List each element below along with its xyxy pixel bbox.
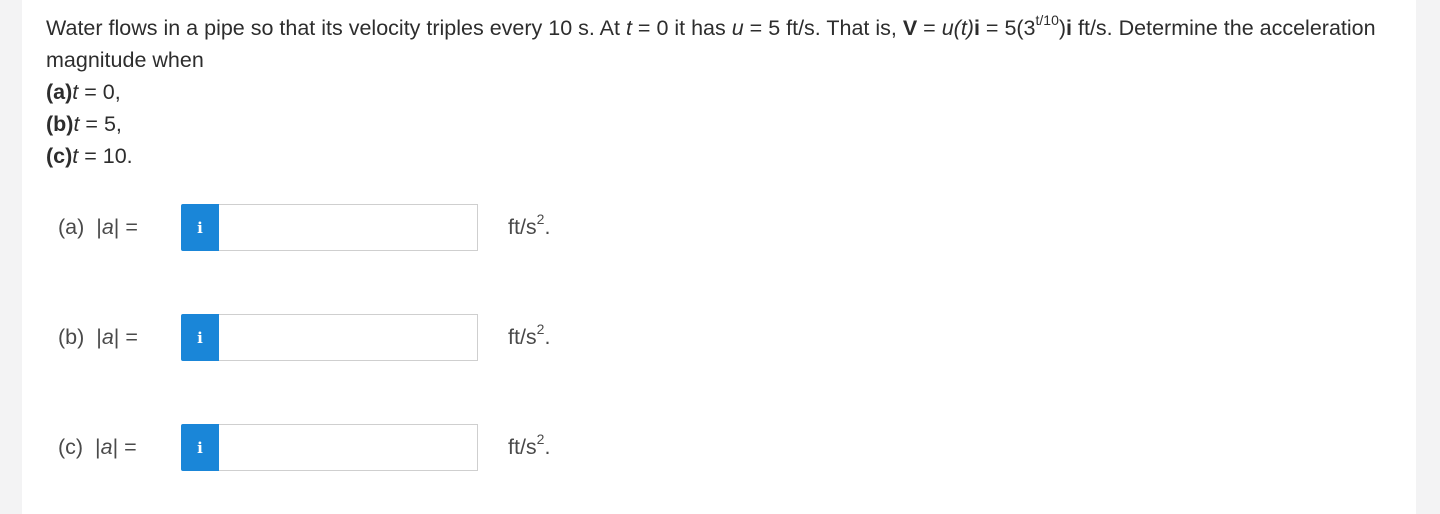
answer-row-a: (a) |a| = i ft/s2. <box>22 203 722 253</box>
answer-c-prefix: | <box>83 435 101 459</box>
answer-b-unit-exp: 2 <box>536 320 545 337</box>
part-a-label: (a) <box>46 80 73 104</box>
info-icon-a[interactable]: i <box>181 204 219 251</box>
v-symbol: V <box>902 16 918 40</box>
part-c-expr: = 10. <box>78 144 133 168</box>
answer-row-c: (c) |a| = i ft/s2. <box>22 423 722 473</box>
info-icon-c[interactable]: i <box>181 424 219 471</box>
answer-b-var: a <box>101 325 114 349</box>
part-list: (a)t = 0, (b)t = 5, (c)t = 10. <box>46 76 1386 172</box>
part-a: (a)t = 0, <box>46 76 1386 108</box>
answer-c-var: a <box>100 435 113 459</box>
answer-c-part: (c) <box>58 435 84 459</box>
answer-b-unit-end: . <box>544 325 551 349</box>
problem-cond1: = 0 it has <box>631 16 732 40</box>
exponent: t/10 <box>1035 11 1059 28</box>
u-of-t: u(t) <box>941 16 974 40</box>
answer-a-part: (a) <box>58 215 85 239</box>
answer-a-suffix: | = <box>113 215 138 239</box>
question-panel: Water flows in a pipe so that its veloci… <box>22 0 1416 514</box>
part-b-expr: = 5, <box>79 112 122 136</box>
answer-b-label: (b) |a| = <box>58 325 138 350</box>
part-b-label: (b) <box>46 112 74 136</box>
answer-a-prefix: | <box>84 215 102 239</box>
answer-c-unit-exp: 2 <box>536 430 545 447</box>
answer-a-input[interactable] <box>219 204 478 251</box>
part-c: (c)t = 10. <box>46 140 1386 172</box>
answer-a-label: (a) |a| = <box>58 215 138 240</box>
answer-a-unit-end: . <box>544 215 551 239</box>
answer-b-unit: ft/s2. <box>508 322 551 350</box>
answer-b-part: (b) <box>58 325 85 349</box>
problem-intro: Water flows in a pipe so that its veloci… <box>46 16 626 40</box>
problem-eq2: = 5(3 <box>979 16 1036 40</box>
problem-cond2: = 5 ft/s. That is, <box>743 16 903 40</box>
answer-c-unit-base: ft/s <box>508 435 537 459</box>
part-a-expr: = 0, <box>78 80 121 104</box>
answer-a-unit-exp: 2 <box>536 210 545 227</box>
answer-b-unit-base: ft/s <box>508 325 537 349</box>
answer-b-suffix: | = <box>113 325 138 349</box>
answer-c-input[interactable] <box>219 424 478 471</box>
part-c-label: (c) <box>46 144 73 168</box>
answer-c-suffix: | = <box>112 435 137 459</box>
info-icon-b[interactable]: i <box>181 314 219 361</box>
problem-eq1: = <box>917 16 942 40</box>
u-symbol: u <box>731 16 744 40</box>
answer-c-label: (c) |a| = <box>58 435 137 460</box>
answer-b-input[interactable] <box>219 314 478 361</box>
problem-statement: Water flows in a pipe so that its veloci… <box>46 12 1386 172</box>
answer-a-unit: ft/s2. <box>508 212 551 240</box>
part-b: (b)t = 5, <box>46 108 1386 140</box>
answer-c-unit-end: . <box>544 435 551 459</box>
answer-a-unit-base: ft/s <box>508 215 537 239</box>
answer-c-unit: ft/s2. <box>508 432 551 460</box>
answer-a-var: a <box>101 215 114 239</box>
problem-text: Water flows in a pipe so that its veloci… <box>46 12 1386 76</box>
answer-row-b: (b) |a| = i ft/s2. <box>22 313 722 363</box>
problem-eq3: ) <box>1058 16 1067 40</box>
answer-b-prefix: | <box>84 325 102 349</box>
